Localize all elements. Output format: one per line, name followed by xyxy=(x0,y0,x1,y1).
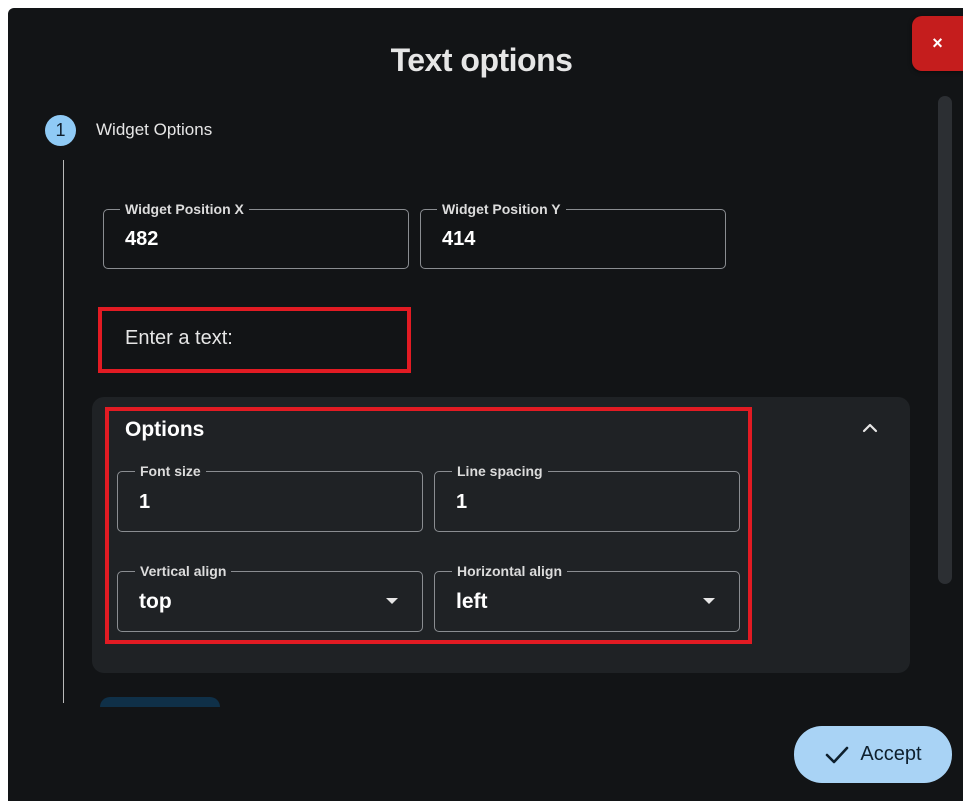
checkmark-icon xyxy=(826,746,849,763)
accept-button[interactable]: Accept xyxy=(794,726,952,783)
vertical-align-label: Vertical align xyxy=(135,563,232,579)
widget-position-y-field[interactable]: Widget Position Y 414 xyxy=(420,201,726,269)
dropdown-arrow-icon[interactable] xyxy=(386,598,398,604)
step-number-badge: 1 xyxy=(45,115,76,146)
font-size-value[interactable]: 1 xyxy=(139,491,150,514)
options-title[interactable]: Options xyxy=(125,418,204,442)
accept-label: Accept xyxy=(860,743,922,765)
horizontal-align-select[interactable]: Horizontal align left xyxy=(434,563,740,632)
chevron-up-icon[interactable] xyxy=(862,420,878,436)
dialog-title: Text options xyxy=(390,42,573,78)
text-input[interactable]: Enter a text: xyxy=(125,327,233,350)
line-spacing-label: Line spacing xyxy=(452,463,548,479)
step-connector-line xyxy=(63,160,64,703)
widget-position-x-field[interactable]: Widget Position X 482 xyxy=(103,201,409,269)
line-spacing-field[interactable]: Line spacing 1 xyxy=(434,463,740,532)
widget-position-x-label: Widget Position X xyxy=(120,201,249,217)
horizontal-align-value[interactable]: left xyxy=(456,590,488,614)
widget-position-y-value[interactable]: 414 xyxy=(442,228,475,251)
widget-position-y-label: Widget Position Y xyxy=(437,201,566,217)
line-spacing-value[interactable]: 1 xyxy=(456,491,467,514)
horizontal-align-label: Horizontal align xyxy=(452,563,567,579)
vertical-align-value[interactable]: top xyxy=(139,590,172,614)
widget-position-x-value[interactable]: 482 xyxy=(125,228,158,251)
font-size-label: Font size xyxy=(135,463,206,479)
vertical-align-select[interactable]: Vertical align top xyxy=(117,563,423,632)
dropdown-arrow-icon[interactable] xyxy=(703,598,715,604)
scrollbar[interactable] xyxy=(938,96,952,584)
next-button-partial[interactable] xyxy=(100,697,220,707)
step-label[interactable]: Widget Options xyxy=(96,120,212,140)
font-size-field[interactable]: Font size 1 xyxy=(117,463,423,532)
